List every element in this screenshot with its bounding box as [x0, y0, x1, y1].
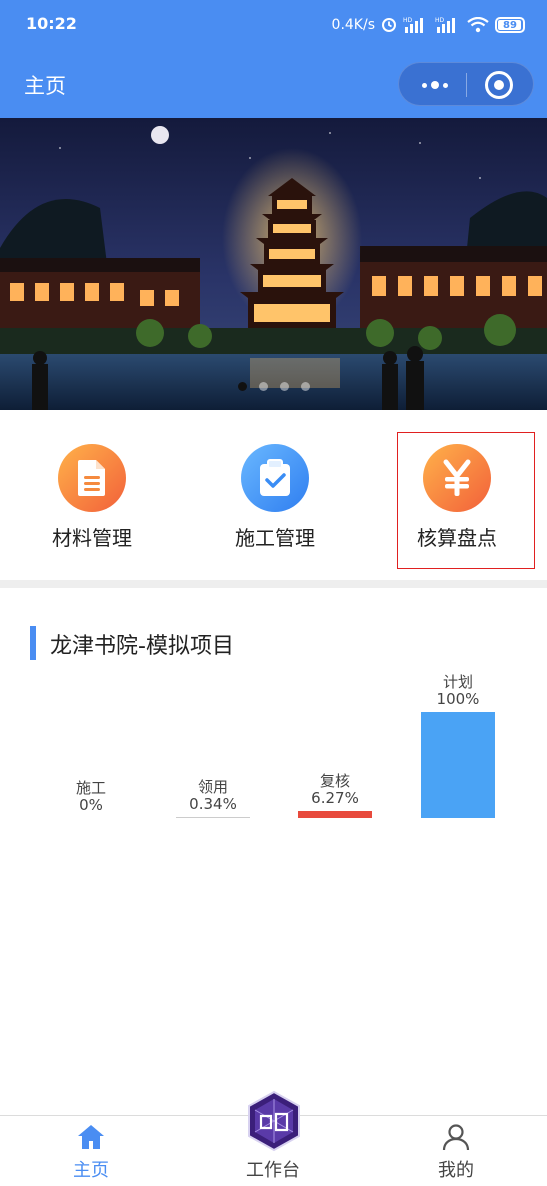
signal-icon-2: HD — [435, 16, 461, 34]
banner-image — [0, 118, 547, 410]
chart-value-label: 100% — [436, 690, 480, 708]
chart-value-label: 6.27% — [311, 789, 359, 807]
more-options-button[interactable] — [415, 63, 455, 107]
alarm-icon — [381, 17, 397, 33]
carousel-dot[interactable] — [237, 382, 247, 391]
signal-icon-1: HD — [403, 16, 429, 34]
status-time: 10:22 — [26, 14, 77, 33]
moon-icon — [151, 126, 169, 144]
chart-label: 施工 0% — [54, 780, 128, 814]
carousel-dot[interactable] — [279, 382, 289, 391]
chart-label: 领用 0.34% — [176, 779, 250, 813]
chart-category-label: 施工 — [75, 779, 106, 797]
chart-value-label: 0% — [79, 796, 103, 814]
home-icon — [78, 1125, 104, 1149]
battery-icon: 89 — [495, 17, 525, 33]
signal-badge-2: HD — [435, 17, 445, 24]
document-icon — [58, 444, 126, 512]
close-miniprogram-button[interactable] — [485, 71, 513, 99]
chart-label: 计划 100% — [421, 674, 495, 708]
carousel-dot[interactable] — [258, 382, 268, 391]
project-title: 龙津书院-模拟项目 — [50, 634, 234, 659]
project-title-accent — [30, 626, 36, 660]
tab-label: 主页 — [73, 1160, 109, 1181]
menu-item-material[interactable]: 材料管理 — [2, 430, 182, 570]
clipboard-check-icon — [241, 444, 309, 512]
chart-column: 计划 100% — [421, 670, 495, 830]
chart-value-label: 0.34% — [189, 795, 237, 813]
menu-label: 施工管理 — [235, 526, 315, 550]
user-icon — [442, 1124, 470, 1151]
chart-label: 复核 6.27% — [298, 773, 372, 807]
chart-column: 复核 6.27% — [298, 670, 372, 830]
signal-badge-1: HD — [403, 17, 413, 24]
chart-category-label: 复核 — [319, 772, 350, 790]
chart-category-label: 领用 — [197, 778, 228, 796]
banner-carousel[interactable] — [0, 118, 547, 410]
tab-label: 工作台 — [246, 1160, 300, 1181]
workbench-logo-icon[interactable] — [245, 1090, 303, 1152]
tab-home[interactable]: 主页 — [0, 1116, 182, 1186]
battery-level: 89 — [503, 19, 517, 31]
selection-highlight — [397, 432, 535, 569]
chart-column: 施工 0% — [54, 670, 128, 830]
tab-profile[interactable]: 我的 — [365, 1116, 547, 1186]
project-progress-chart: 施工 0% 领用 0.34% 复核 6.27% 计划 100% — [0, 670, 547, 830]
app-screen: 10:22 0.4K/s HD HD 89 主页 材料管理 施工管理 核算盘点 … — [0, 0, 547, 1186]
menu-label: 材料管理 — [52, 526, 132, 550]
wifi-icon — [467, 17, 489, 33]
chart-bar — [176, 817, 250, 818]
chart-bar — [421, 712, 495, 818]
tab-label: 我的 — [438, 1160, 474, 1181]
page-title: 主页 — [24, 74, 66, 98]
chart-category-label: 计划 — [442, 673, 473, 691]
chart-column: 领用 0.34% — [176, 670, 250, 830]
chart-bar — [298, 811, 372, 818]
section-divider — [0, 580, 547, 588]
status-bar: 10:22 0.4K/s HD HD 89 — [0, 0, 547, 50]
carousel-dot[interactable] — [300, 382, 310, 391]
status-indicators: 0.4K/s HD HD 89 — [332, 13, 525, 37]
network-speed: 0.4K/s — [331, 17, 375, 33]
menu-item-construction[interactable]: 施工管理 — [185, 430, 365, 570]
carousel-indicators — [0, 382, 547, 391]
miniprogram-capsule — [398, 62, 534, 106]
